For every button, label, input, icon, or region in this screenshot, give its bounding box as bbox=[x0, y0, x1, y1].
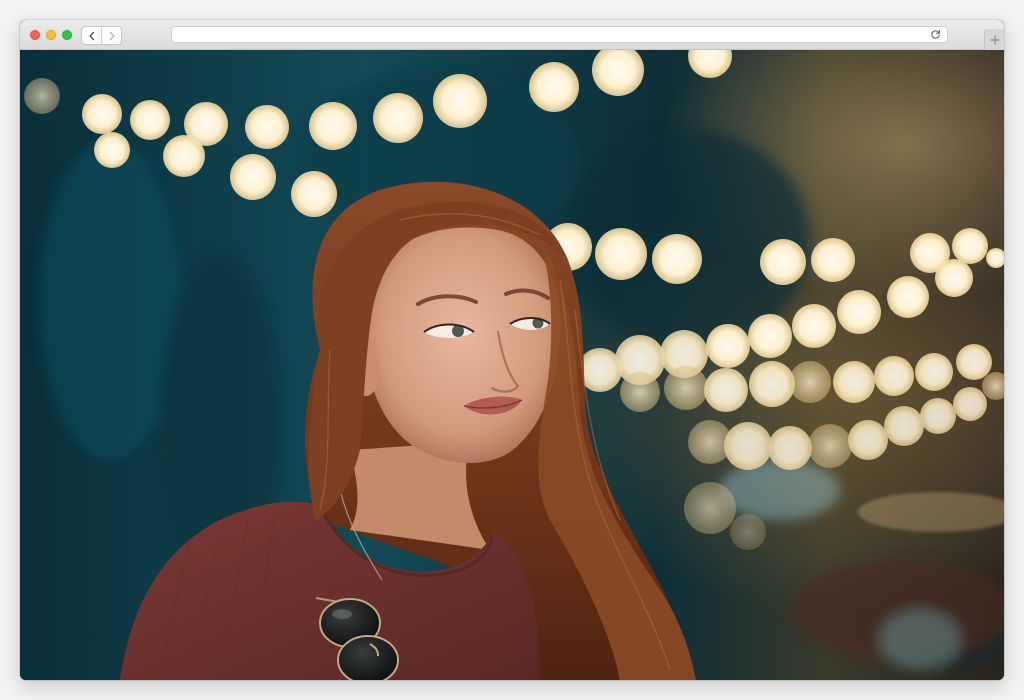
minimize-window-button[interactable] bbox=[46, 30, 56, 40]
close-window-button[interactable] bbox=[30, 30, 40, 40]
page-content bbox=[20, 50, 1004, 680]
forward-button[interactable] bbox=[101, 27, 121, 44]
face bbox=[364, 227, 561, 464]
navigation-buttons bbox=[81, 26, 122, 45]
maximize-window-button[interactable] bbox=[62, 30, 72, 40]
address-bar[interactable] bbox=[171, 26, 948, 43]
chevron-right-icon bbox=[109, 31, 115, 40]
plus-icon bbox=[989, 34, 1000, 45]
portrait-photo bbox=[20, 50, 1004, 680]
browser-toolbar bbox=[20, 20, 1004, 50]
back-button[interactable] bbox=[82, 27, 101, 44]
reload-icon[interactable] bbox=[930, 29, 941, 40]
browser-window bbox=[20, 20, 1004, 680]
chevron-left-icon bbox=[88, 31, 94, 40]
new-tab-button[interactable] bbox=[984, 29, 1004, 50]
